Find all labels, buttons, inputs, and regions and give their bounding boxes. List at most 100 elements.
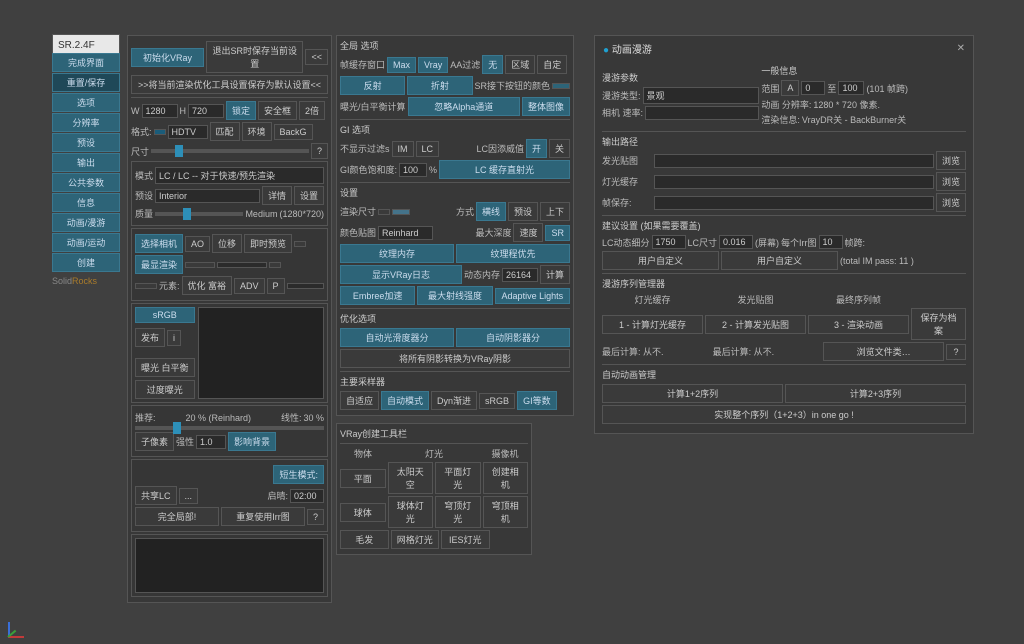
embree-btn[interactable]: Embree加速	[340, 286, 415, 305]
refr-btn[interactable]: 折射	[407, 76, 472, 95]
sr-btn[interactable]: SR	[545, 225, 570, 241]
size-help[interactable]: ?	[311, 143, 328, 159]
seq-b1[interactable]: 1 - 计算灯光缓存	[602, 315, 703, 334]
lcd-input[interactable]	[719, 235, 753, 249]
c-dome[interactable]: 穹顶灯光	[435, 496, 481, 528]
nav-item-7[interactable]: 信息	[52, 193, 120, 212]
q-btn[interactable]: ?	[307, 509, 324, 525]
b2-browse[interactable]: 浏览	[936, 172, 966, 191]
format-dd[interactable]: HDTV	[168, 125, 208, 139]
nav-item-6[interactable]: 公共参数	[52, 173, 120, 192]
nav-item-8[interactable]: 动画/漫游	[52, 213, 120, 232]
srgb2-btn[interactable]: sRGB	[479, 393, 515, 409]
sp5[interactable]	[135, 283, 157, 289]
adapt-btn[interactable]: 自适应	[340, 391, 379, 410]
c-plane[interactable]: 平面	[340, 469, 386, 488]
aa-cust[interactable]: 自定	[537, 55, 567, 74]
gisat-input[interactable]	[399, 163, 427, 177]
c-fur[interactable]: 毛发	[340, 530, 389, 549]
nav-item-10[interactable]: 创建	[52, 253, 120, 272]
hor-btn[interactable]: 横线	[476, 202, 506, 221]
rs-sw[interactable]	[378, 209, 390, 215]
set-btn[interactable]: 设置	[294, 186, 324, 205]
b1-browse[interactable]: 浏览	[936, 151, 966, 170]
seq-b4[interactable]: 保存为档案	[911, 308, 966, 340]
c-planelit[interactable]: 平面灯光	[435, 462, 481, 494]
ud-btn[interactable]: 上下	[540, 202, 570, 221]
maxray-btn[interactable]: 最大射线强度	[417, 286, 492, 305]
refl-btn[interactable]: 反射	[340, 76, 405, 95]
publish[interactable]: 发布	[135, 328, 165, 347]
bf-btn[interactable]: 浏览文件类…	[823, 342, 944, 361]
str-input[interactable]	[196, 435, 226, 449]
c-domec[interactable]: 穹顶相机	[483, 496, 529, 528]
submem-btn[interactable]: 纹理内存	[340, 244, 454, 263]
spacer3[interactable]	[217, 262, 267, 268]
dyn-btn[interactable]: Dyn渐进	[431, 391, 477, 410]
srp-sw[interactable]	[552, 83, 570, 89]
preset-dd[interactable]: Interior	[155, 189, 260, 203]
full-local[interactable]: 完全局部!	[135, 507, 219, 526]
nav-item-4[interactable]: 预设	[52, 133, 120, 152]
c-ies[interactable]: IES灯光	[441, 530, 490, 549]
aa-area[interactable]: 区域	[505, 55, 535, 74]
most-render[interactable]: 最显渲染	[135, 255, 183, 274]
lcs-input[interactable]	[652, 235, 686, 249]
type-dd[interactable]: 景观	[643, 87, 760, 104]
size-slider[interactable]	[151, 149, 309, 153]
detail-btn[interactable]: 详情	[262, 186, 292, 205]
mode-dd[interactable]: LC / LC -- 对于快速/预先渲染	[155, 167, 324, 184]
spacer2[interactable]	[185, 262, 215, 268]
time-input[interactable]	[290, 489, 324, 503]
light-mode[interactable]: 短生模式:	[273, 465, 324, 484]
gies-btn[interactable]: GI等数	[517, 391, 557, 410]
p-btn[interactable]: P	[267, 278, 285, 294]
cycle-btn[interactable]: 环境	[242, 122, 272, 141]
vert-btn[interactable]: 预设	[508, 202, 538, 221]
init-vray[interactable]: 初始化VRay	[131, 48, 204, 67]
exit-save[interactable]: 退出SR时保存当前设置	[206, 41, 303, 73]
a-btn[interactable]: A	[781, 80, 799, 96]
spacer4[interactable]	[269, 262, 281, 268]
ofs-btn[interactable]: 位移	[212, 234, 242, 253]
spd-btn[interactable]: 速度	[513, 223, 543, 242]
nav-item-0[interactable]: 完成界面	[52, 53, 120, 72]
save-default[interactable]: >>将当前渲染优化工具设置保存为默认设置<<	[131, 75, 328, 94]
bg-affect[interactable]: 影响背景	[228, 432, 276, 451]
c-spherel[interactable]: 球体灯光	[388, 496, 434, 528]
calc-btn[interactable]: 计算	[540, 265, 570, 284]
share-lc[interactable]: 共享LC	[135, 486, 177, 505]
ao-btn[interactable]: AO	[185, 236, 210, 252]
over-exp[interactable]: 过度曝光	[135, 380, 195, 399]
fit-btn[interactable]: 匹配	[210, 122, 240, 141]
format-swatch[interactable]	[154, 129, 166, 135]
i-btn[interactable]: i	[167, 330, 181, 346]
dots[interactable]: ...	[179, 488, 199, 504]
u1-btn[interactable]: 用户自定义	[602, 251, 719, 270]
lcp-off[interactable]: 关	[549, 139, 570, 158]
whole-btn[interactable]: 整体图像	[522, 97, 570, 116]
q2-btn[interactable]: ?	[946, 344, 966, 360]
cmap-dd[interactable]: Reinhard	[378, 226, 433, 240]
max-btn[interactable]: Max	[387, 57, 416, 73]
c-cam[interactable]: 创建相机	[483, 462, 529, 494]
sel-cam[interactable]: 选择相机	[135, 234, 183, 253]
alpha-btn[interactable]: 忽略Alpha通道	[408, 97, 520, 116]
adl-btn[interactable]: Adaptive Lights	[495, 288, 570, 304]
c-mesh[interactable]: 网格灯光	[391, 530, 440, 549]
o2-input[interactable]	[654, 175, 934, 189]
opt-rich[interactable]: 优化 富裕	[182, 276, 233, 295]
im-btn[interactable]: IM	[392, 141, 414, 157]
showlog-btn[interactable]: 显示VRay日志	[340, 265, 462, 284]
dynmem-input[interactable]	[502, 268, 538, 282]
nav-item-5[interactable]: 输出	[52, 153, 120, 172]
c-sphere[interactable]: 球体	[340, 503, 386, 522]
subpx[interactable]: 子像素	[135, 432, 174, 451]
close-icon[interactable]: ✕	[957, 43, 965, 54]
sp6[interactable]	[287, 283, 324, 289]
nav-item-9[interactable]: 动画/运动	[52, 233, 120, 252]
push-slider[interactable]	[135, 426, 324, 430]
safe-btn[interactable]: 安全框	[258, 101, 297, 120]
o1-input[interactable]	[654, 154, 934, 168]
lcp-on[interactable]: 开	[526, 139, 547, 158]
